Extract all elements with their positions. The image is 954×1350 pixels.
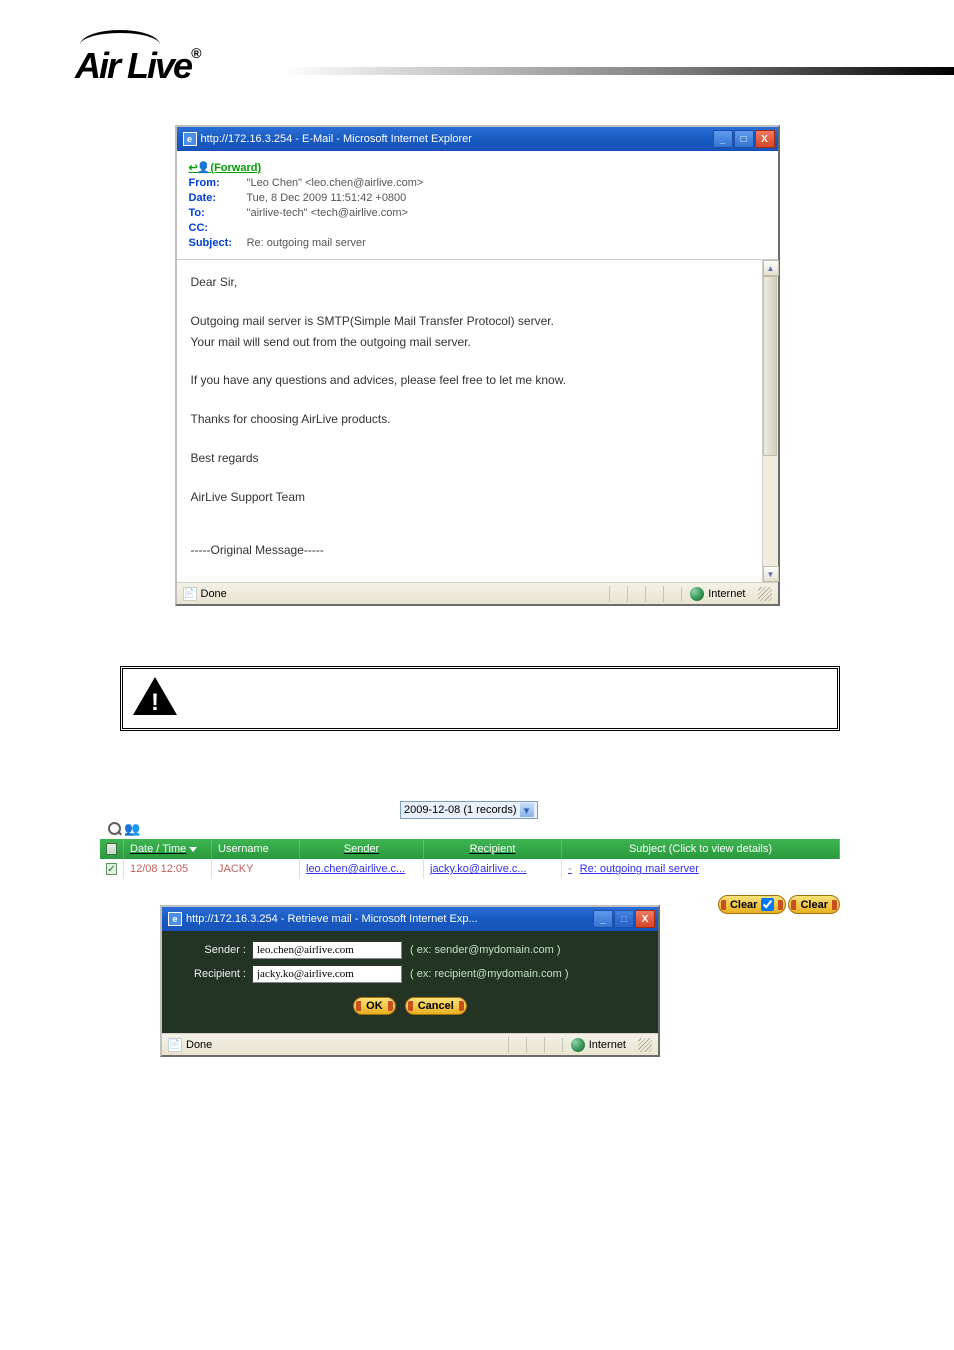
clear-button[interactable]: Clear (788, 895, 840, 914)
email-body: Dear Sir, Outgoing mail server is SMTP(S… (177, 260, 778, 582)
row-sender[interactable]: leo.chen@airlive.c... (300, 859, 424, 879)
statusbar: 📄 Done Internet (177, 582, 778, 604)
titlebar[interactable]: e http://172.16.3.254 - E-Mail - Microso… (177, 127, 778, 151)
from-label: From: (189, 177, 244, 189)
body-greeting: Dear Sir, (191, 274, 764, 291)
scroll-thumb[interactable] (763, 276, 777, 456)
date-dropdown[interactable]: 2009-12-08 (1 records) ▾ (400, 801, 538, 819)
minimize-button[interactable]: _ (593, 910, 613, 928)
recipient-hint: ( ex: recipient@mydomain.com ) (410, 968, 569, 980)
page-count-top: 1 / 1 (811, 823, 832, 835)
close-button[interactable]: X (755, 130, 775, 148)
table-header: Date / Time Username Sender Recipient Su… (100, 839, 840, 859)
date-value: Tue, 8 Dec 2009 11:51:42 +0800 (246, 192, 406, 204)
page-count-bottom: 1 / 1 (100, 883, 840, 895)
minimize-button[interactable]: _ (713, 130, 733, 148)
done-icon: 📄 (168, 1038, 182, 1052)
body-p3: If you have any questions and advices, p… (191, 372, 764, 389)
ie-icon: e (168, 912, 182, 926)
recipient-input[interactable] (252, 965, 402, 983)
body-origmsg: -----Original Message----- (191, 542, 764, 559)
popup-status-internet: Internet (589, 1039, 626, 1051)
cc-label: CC: (189, 222, 244, 234)
ie-icon: e (183, 132, 197, 146)
email-window: e http://172.16.3.254 - E-Mail - Microso… (175, 125, 780, 606)
to-value: "airlive-tech" <tech@airlive.com> (247, 207, 408, 219)
subject-value: Re: outgoing mail server (247, 237, 366, 249)
retrieve-mail-popup: e http://172.16.3.254 - Retrieve mail - … (160, 905, 660, 1057)
recipient-label: Recipient : (176, 968, 246, 980)
to-label: To: (189, 207, 244, 219)
maximize-button: □ (614, 910, 634, 928)
subject-header[interactable]: Subject (Click to view details) (562, 839, 840, 859)
cancel-button[interactable]: Cancel (405, 997, 467, 1015)
row-subject[interactable]: -Re: outgoing mail server (562, 859, 840, 879)
row-checkbox[interactable]: ✓ (100, 859, 124, 879)
popup-statusbar: 📄 Done Internet (162, 1033, 658, 1055)
row-recipient[interactable]: jacky.ko@airlive.c... (424, 859, 562, 879)
maximize-button[interactable]: □ (734, 130, 754, 148)
clear-checkbox-button[interactable]: Clear (718, 895, 787, 914)
sort-desc-icon (189, 847, 197, 852)
email-header: 👤(Forward) From: "Leo Chen" <leo.chen@ai… (177, 151, 778, 260)
sender-label: Sender : (176, 944, 246, 956)
recipient-header[interactable]: Recipient (424, 839, 562, 859)
resize-grip[interactable] (758, 587, 772, 601)
records-area: 2009-12-08 (1 records) ▾ 👥 1 / 1 Date / … (100, 801, 840, 1057)
warning-icon (133, 677, 177, 715)
body-p1: Outgoing mail server is SMTP(Simple Mail… (191, 313, 764, 330)
sender-input[interactable] (252, 941, 402, 959)
date-label: Date: (189, 192, 244, 204)
sender-header[interactable]: Sender (300, 839, 424, 859)
chevron-down-icon[interactable]: ▾ (520, 803, 534, 817)
checkbox-header[interactable] (100, 839, 124, 859)
row-username: JACKY (212, 859, 300, 879)
row-datetime: 12/08 12:05 (124, 859, 212, 879)
window-title: http://172.16.3.254 - E-Mail - Microsoft… (201, 133, 713, 145)
done-icon: 📄 (183, 587, 197, 601)
people-icon[interactable]: 👥 (124, 821, 140, 837)
body-p6: AirLive Support Team (191, 489, 764, 506)
scroll-down-button[interactable]: ▼ (763, 566, 779, 582)
warning-box (120, 666, 840, 731)
globe-icon (690, 587, 704, 601)
scrollbar[interactable]: ▲ ▼ (762, 260, 778, 582)
search-icon[interactable] (108, 822, 122, 836)
table-row: ✓ 12/08 12:05 JACKY leo.chen@airlive.c..… (100, 859, 840, 879)
logo: Air Live (0, 0, 954, 97)
popup-status-done: Done (186, 1039, 212, 1051)
resize-grip[interactable] (638, 1038, 652, 1052)
datetime-header[interactable]: Date / Time (124, 839, 212, 859)
close-button[interactable]: X (635, 910, 655, 928)
username-header[interactable]: Username (212, 839, 300, 859)
scroll-up-button[interactable]: ▲ (763, 260, 779, 276)
popup-titlebar[interactable]: e http://172.16.3.254 - Retrieve mail - … (162, 907, 658, 931)
body-p4: Thanks for choosing AirLive products. (191, 411, 764, 428)
globe-icon (571, 1038, 585, 1052)
clear-checkbox[interactable] (761, 898, 774, 911)
from-value: "Leo Chen" <leo.chen@airlive.com> (247, 177, 424, 189)
ok-button[interactable]: OK (353, 997, 396, 1015)
status-done: Done (201, 588, 227, 600)
subject-label: Subject: (189, 237, 244, 249)
popup-body: Sender : ( ex: sender@mydomain.com ) Rec… (162, 931, 658, 1033)
body-p5: Best regards (191, 450, 764, 467)
forward-link[interactable]: 👤(Forward) (189, 162, 262, 174)
body-p2: Your mail will send out from the outgoin… (191, 334, 764, 351)
popup-title: http://172.16.3.254 - Retrieve mail - Mi… (186, 913, 593, 925)
status-internet: Internet (708, 588, 745, 600)
sender-hint: ( ex: sender@mydomain.com ) (410, 944, 561, 956)
header-gradient (280, 67, 954, 75)
